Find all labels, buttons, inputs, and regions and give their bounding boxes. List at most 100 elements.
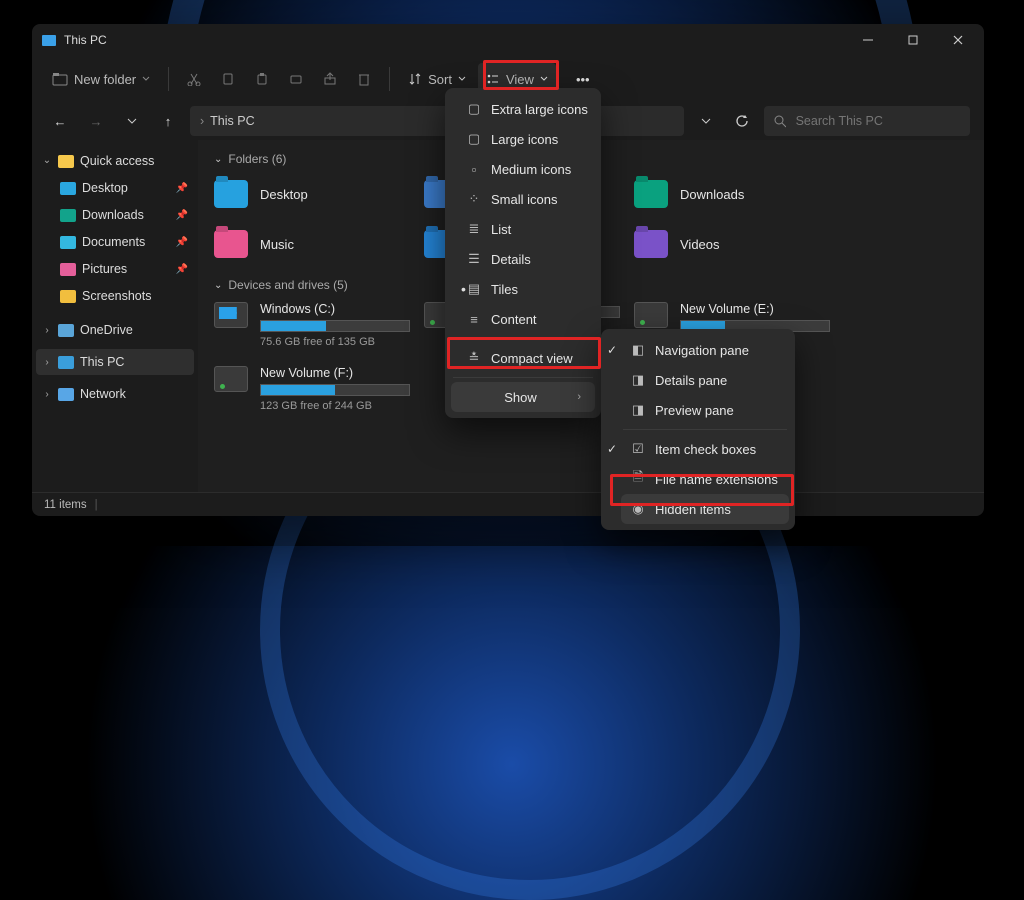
menu-item-check-boxes[interactable]: ✓☑Item check boxes	[621, 434, 789, 464]
folder-item[interactable]: Videos	[634, 226, 844, 262]
show-submenu: ✓◧Navigation pane ◨Details pane ◨Preview…	[601, 329, 795, 530]
sort-icon	[408, 72, 422, 86]
recent-button[interactable]	[118, 107, 146, 135]
eye-icon: ◉	[629, 501, 647, 517]
folder-icon	[214, 230, 248, 258]
tiles-icon: ▤	[465, 281, 483, 297]
back-button[interactable]: ←	[46, 107, 74, 135]
pin-icon: 📌	[176, 183, 188, 194]
chevron-down-icon	[540, 75, 548, 83]
cloud-icon	[58, 324, 74, 337]
folder-item[interactable]: Music	[214, 226, 424, 262]
refresh-button[interactable]	[728, 107, 756, 135]
list-icon: ☰	[465, 251, 483, 267]
delete-button[interactable]	[349, 63, 379, 95]
new-folder-button[interactable]: New folder	[44, 63, 158, 95]
grid-icon: ▢	[465, 101, 483, 117]
menu-file-name-extensions[interactable]: 🗎File name extensions	[621, 464, 789, 494]
maximize-button[interactable]	[890, 24, 935, 56]
up-button[interactable]: ↑	[154, 107, 182, 135]
this-pc-icon	[42, 35, 56, 46]
new-folder-icon	[52, 72, 68, 86]
forward-button[interactable]: →	[82, 107, 110, 135]
menu-details[interactable]: ☰Details	[451, 244, 595, 274]
drive-icon	[214, 366, 248, 392]
menu-tiles[interactable]: •▤Tiles	[451, 274, 595, 304]
star-icon	[58, 155, 74, 168]
rename-button[interactable]	[281, 63, 311, 95]
file-icon: 🗎	[629, 468, 647, 490]
check-icon: ✓	[607, 343, 617, 357]
menu-medium-icons[interactable]: ▫Medium icons	[451, 154, 595, 184]
view-label: View	[506, 72, 534, 87]
menu-navigation-pane[interactable]: ✓◧Navigation pane	[621, 335, 789, 365]
folder-icon	[60, 263, 76, 276]
grid-icon: ▫	[465, 162, 483, 177]
grid-icon: ⁘	[465, 191, 483, 207]
search-input[interactable]	[794, 113, 960, 129]
pin-icon: 📌	[176, 264, 188, 275]
paste-button[interactable]	[247, 63, 277, 95]
menu-content[interactable]: ≡Content	[451, 304, 595, 334]
folder-icon	[634, 230, 668, 258]
sidebar-item-downloads[interactable]: Downloads📌	[36, 202, 194, 228]
status-bar: 11 items|	[32, 492, 984, 516]
sidebar-item-network[interactable]: ›Network	[36, 381, 194, 407]
folder-icon	[60, 182, 76, 195]
folder-icon	[60, 209, 76, 222]
menu-small-icons[interactable]: ⁘Small icons	[451, 184, 595, 214]
panel-icon: ◨	[629, 402, 647, 418]
folder-item[interactable]: Downloads	[634, 176, 844, 212]
cut-button[interactable]	[179, 63, 209, 95]
search-icon	[774, 115, 786, 128]
sidebar-item-desktop[interactable]: Desktop📌	[36, 175, 194, 201]
compact-icon: ≛	[465, 350, 483, 366]
sidebar-item-screenshots[interactable]: Screenshots	[36, 283, 194, 309]
sidebar: ⌄Quick access Desktop📌 Downloads📌 Docume…	[32, 140, 198, 492]
status-count: 11 items	[44, 499, 87, 511]
sidebar-item-quick-access[interactable]: ⌄Quick access	[36, 148, 194, 174]
menu-hidden-items[interactable]: ◉Hidden items	[621, 494, 789, 524]
folder-item[interactable]: Desktop	[214, 176, 424, 212]
breadcrumb-root: This PC	[210, 114, 254, 128]
sidebar-item-pictures[interactable]: Pictures📌	[36, 256, 194, 282]
menu-large-icons[interactable]: ▢Large icons	[451, 124, 595, 154]
chevron-down-icon	[142, 75, 150, 83]
folder-icon	[214, 180, 248, 208]
menu-preview-pane[interactable]: ◨Preview pane	[621, 395, 789, 425]
pin-icon: 📌	[176, 237, 188, 248]
chevron-right-icon: ›	[200, 114, 204, 128]
menu-list[interactable]: ≣List	[451, 214, 595, 244]
drive-item[interactable]: Windows (C:)75.6 GB free of 135 GB	[214, 302, 424, 348]
search-box[interactable]	[764, 106, 970, 136]
close-button[interactable]	[935, 24, 980, 56]
breadcrumb[interactable]: › This PC	[190, 106, 684, 136]
list-icon: ≣	[465, 221, 483, 237]
sidebar-item-onedrive[interactable]: ›OneDrive	[36, 317, 194, 343]
view-menu: ▢Extra large icons ▢Large icons ▫Medium …	[445, 88, 601, 418]
new-folder-label: New folder	[74, 72, 136, 87]
copy-button[interactable]	[213, 63, 243, 95]
menu-details-pane[interactable]: ◨Details pane	[621, 365, 789, 395]
pin-icon: 📌	[176, 210, 188, 221]
drive-icon	[634, 302, 668, 328]
panel-icon: ◧	[629, 342, 647, 358]
chevron-down-icon	[458, 75, 466, 83]
network-icon	[58, 388, 74, 401]
menu-extra-large-icons[interactable]: ▢Extra large icons	[451, 94, 595, 124]
dropdown-button[interactable]	[692, 107, 720, 135]
minimize-button[interactable]	[845, 24, 890, 56]
folder-icon	[60, 236, 76, 249]
panel-icon: ◨	[629, 372, 647, 388]
menu-compact-view[interactable]: ≛Compact view	[451, 343, 595, 373]
folder-icon	[60, 290, 76, 303]
pc-icon	[58, 356, 74, 369]
share-button[interactable]	[315, 63, 345, 95]
sidebar-item-this-pc[interactable]: ›This PC	[36, 349, 194, 375]
window-title: This PC	[64, 33, 107, 47]
menu-show[interactable]: Show›	[451, 382, 595, 412]
sidebar-item-documents[interactable]: Documents📌	[36, 229, 194, 255]
sort-label: Sort	[428, 72, 452, 87]
drive-item[interactable]: New Volume (F:)123 GB free of 244 GB	[214, 366, 424, 412]
folder-icon	[634, 180, 668, 208]
